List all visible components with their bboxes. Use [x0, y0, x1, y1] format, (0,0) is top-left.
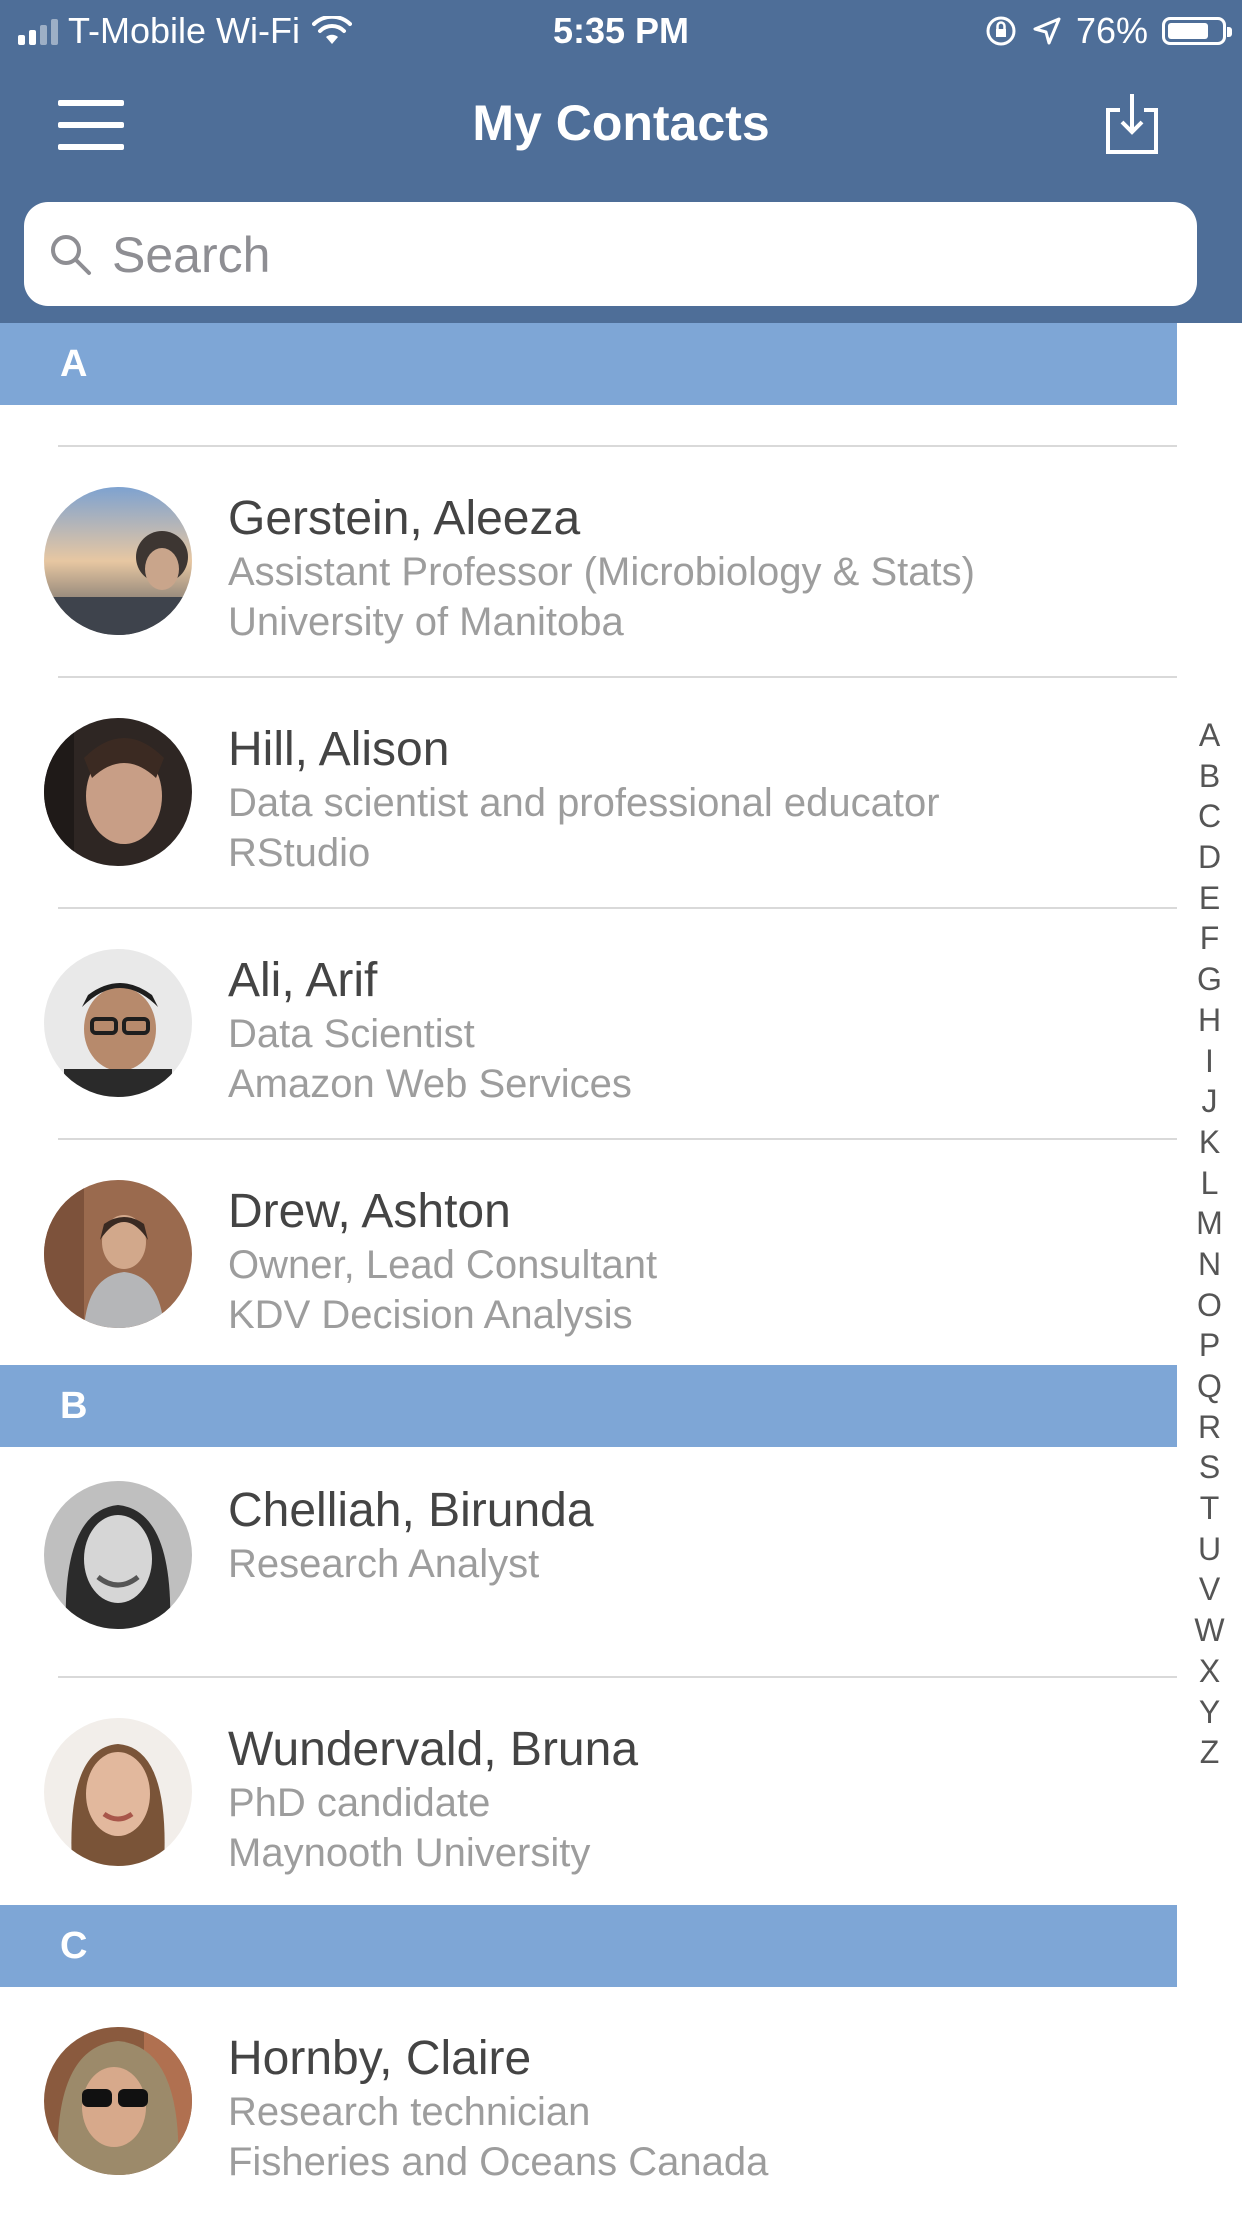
- contact-name: Gerstein, Aleeza: [228, 492, 581, 545]
- index-letter-n[interactable]: N: [1177, 1244, 1242, 1285]
- index-letter-f[interactable]: F: [1177, 918, 1242, 959]
- contact-row-drew[interactable]: Drew, Ashton Owner, Lead Consultant KDV …: [44, 1138, 1177, 1369]
- contact-name: Ali, Arif: [228, 954, 378, 1007]
- section-letter: A: [60, 343, 88, 385]
- contact-row-chelliah[interactable]: Chelliah, Birunda Research Analyst: [44, 1447, 1177, 1676]
- avatar: [44, 2027, 192, 2175]
- contact-organization: Maynooth University: [228, 1831, 591, 1875]
- contact-name: Drew, Ashton: [228, 1185, 511, 1238]
- index-letter-e[interactable]: E: [1177, 878, 1242, 919]
- index-letter-c[interactable]: C: [1177, 796, 1242, 837]
- contact-row-ali[interactable]: Ali, Arif Data Scientist Amazon Web Serv…: [44, 907, 1177, 1138]
- alphabet-index[interactable]: ABCDEFGHIJKLMNOPQRSTUVWXYZ: [1177, 715, 1242, 1773]
- contact-title: Assistant Professor (Microbiology & Stat…: [228, 550, 975, 594]
- contact-organization: Amazon Web Services: [228, 1062, 632, 1106]
- section-header-b: B: [0, 1365, 1177, 1447]
- contact-row-hornby[interactable]: Hornby, Claire Research technician Fishe…: [44, 1987, 1177, 2216]
- orientation-lock-icon: [986, 16, 1016, 46]
- index-letter-r[interactable]: R: [1177, 1407, 1242, 1448]
- index-letter-l[interactable]: L: [1177, 1163, 1242, 1204]
- index-letter-w[interactable]: W: [1177, 1610, 1242, 1651]
- avatar: [44, 718, 192, 866]
- section-header-a: A: [0, 323, 1177, 405]
- status-bar: T-Mobile Wi-Fi 5:35 PM 76%: [0, 0, 1242, 62]
- navigation-bar: My Contacts: [0, 62, 1242, 187]
- contact-organization: KDV Decision Analysis: [228, 1293, 633, 1337]
- contact-name: Chelliah, Birunda: [228, 1484, 594, 1537]
- list-item: [58, 405, 1177, 445]
- index-letter-h[interactable]: H: [1177, 1000, 1242, 1041]
- index-letter-g[interactable]: G: [1177, 959, 1242, 1000]
- index-letter-t[interactable]: T: [1177, 1488, 1242, 1529]
- index-letter-v[interactable]: V: [1177, 1569, 1242, 1610]
- location-arrow-icon: [1033, 17, 1061, 45]
- header: T-Mobile Wi-Fi 5:35 PM 76% My Contacts S…: [0, 0, 1242, 323]
- contact-name: Wundervald, Bruna: [228, 1723, 639, 1776]
- contact-title: Owner, Lead Consultant: [228, 1243, 658, 1287]
- search-icon: [51, 235, 91, 275]
- index-letter-p[interactable]: P: [1177, 1325, 1242, 1366]
- contact-name: Hornby, Claire: [228, 2032, 532, 2085]
- index-letter-b[interactable]: B: [1177, 756, 1242, 797]
- search-input[interactable]: [110, 202, 1174, 308]
- index-letter-k[interactable]: K: [1177, 1122, 1242, 1163]
- section-letter: B: [60, 1385, 88, 1427]
- section-header-c: C: [0, 1905, 1177, 1987]
- export-download-icon[interactable]: [1104, 92, 1160, 156]
- contact-row-hill[interactable]: Hill, Alison Data scientist and professi…: [44, 676, 1177, 907]
- contact-title: PhD candidate: [228, 1781, 491, 1825]
- index-letter-y[interactable]: Y: [1177, 1692, 1242, 1733]
- contact-title: Research technician: [228, 2090, 591, 2134]
- contact-row-gerstein[interactable]: Gerstein, Aleeza Assistant Professor (Mi…: [44, 445, 1177, 676]
- avatar: [44, 1718, 192, 1866]
- index-letter-o[interactable]: O: [1177, 1285, 1242, 1326]
- contacts-list: A Gerstein, Aleeza Assistant Professor (…: [0, 323, 1242, 2216]
- index-letter-u[interactable]: U: [1177, 1529, 1242, 1570]
- avatar: [44, 1481, 192, 1629]
- search-bar[interactable]: [24, 202, 1197, 308]
- index-letter-d[interactable]: D: [1177, 837, 1242, 878]
- contact-organization: University of Manitoba: [228, 600, 624, 644]
- index-letter-q[interactable]: Q: [1177, 1366, 1242, 1407]
- avatar: [44, 949, 192, 1097]
- battery-icon: [1162, 17, 1232, 45]
- contact-organization: RStudio: [228, 831, 371, 875]
- index-letter-z[interactable]: Z: [1177, 1732, 1242, 1773]
- contact-organization: Fisheries and Oceans Canada: [228, 2140, 769, 2184]
- index-letter-x[interactable]: X: [1177, 1651, 1242, 1692]
- page-title: My Contacts: [472, 95, 770, 151]
- index-letter-j[interactable]: J: [1177, 1081, 1242, 1122]
- avatar: [44, 1180, 192, 1328]
- contact-name: Hill, Alison: [228, 723, 450, 776]
- battery-percent: 76%: [1075, 10, 1148, 51]
- contact-title: Data scientist and professional educator: [228, 781, 940, 825]
- contact-row-wundervald[interactable]: Wundervald, Bruna PhD candidate Maynooth…: [44, 1676, 1177, 1907]
- index-letter-m[interactable]: M: [1177, 1203, 1242, 1244]
- index-letter-s[interactable]: S: [1177, 1447, 1242, 1488]
- contact-title: Research Analyst: [228, 1542, 540, 1586]
- index-letter-i[interactable]: I: [1177, 1041, 1242, 1082]
- contact-title: Data Scientist: [228, 1012, 475, 1056]
- index-letter-a[interactable]: A: [1177, 715, 1242, 756]
- avatar: [44, 487, 192, 635]
- section-letter: C: [60, 1925, 88, 1967]
